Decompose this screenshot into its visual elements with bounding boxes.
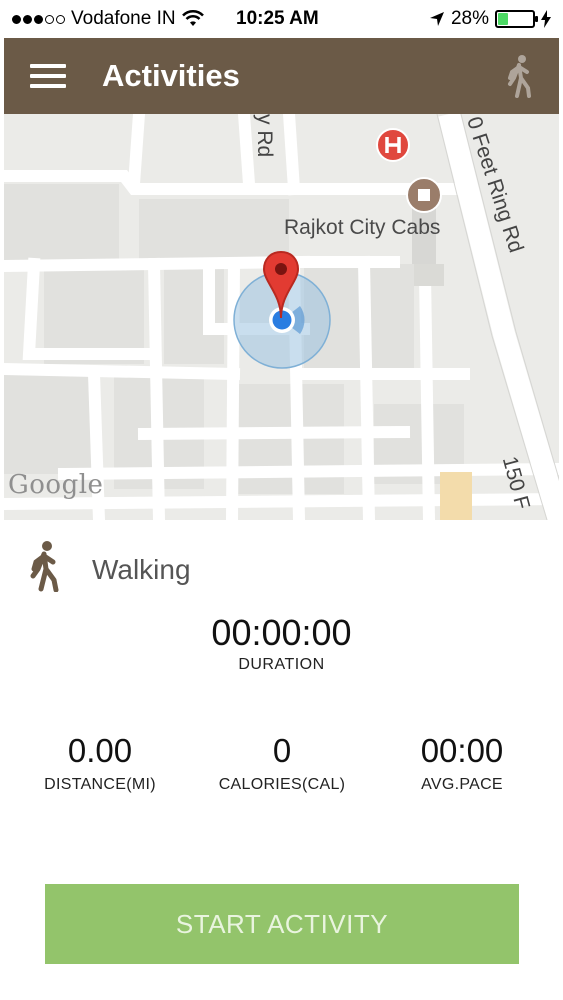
charging-bolt-icon (541, 10, 551, 28)
calories-value: 0 (272, 732, 292, 769)
status-time: 10:25 AM (236, 8, 319, 29)
pace-label: AVG.PACE (421, 776, 503, 793)
activity-type-row[interactable]: Walking (24, 540, 191, 592)
status-right: 28% (429, 8, 551, 30)
duration-label: DURATION (238, 656, 325, 673)
location-arrow-icon (429, 12, 444, 26)
distance-stat: 0.00 DISTANCE(MI) (10, 732, 190, 794)
distance-label: DISTANCE(MI) (44, 776, 156, 793)
poi-marker-icon[interactable] (405, 176, 443, 214)
start-activity-button[interactable]: START ACTIVITY (45, 884, 519, 964)
map-view[interactable]: y Rd 0 Feet Ring Rd 150 F Rajkot City Ca… (4, 114, 559, 520)
map-road-label: y Rd (253, 114, 276, 158)
app-bar: Activities (4, 38, 559, 114)
poi-label[interactable]: Rajkot City Cabs (284, 216, 440, 240)
duration-value: 00:00:00 (211, 612, 352, 653)
activity-type-label: Walking (92, 554, 191, 585)
wifi-icon (181, 10, 204, 26)
walking-icon (30, 541, 59, 592)
status-bar: Vodafone IN 10:25 AM 28% (0, 0, 563, 38)
battery-icon (495, 10, 538, 28)
calories-stat: 0 CALORIES(CAL) (192, 732, 372, 794)
map-pin-icon[interactable] (262, 250, 300, 320)
carrier-name: Vodafone IN (71, 8, 176, 29)
pace-value: 00:00 (420, 732, 504, 769)
hamburger-menu-icon[interactable] (30, 64, 66, 90)
calories-label: CALORIES(CAL) (218, 776, 346, 793)
page-title: Activities (102, 58, 240, 93)
pace-stat: 00:00 AVG.PACE (372, 732, 552, 794)
signal-strength-icon (12, 14, 65, 24)
google-attribution-logo: Google (8, 470, 104, 500)
battery-percent: 28% (450, 8, 489, 29)
status-left: Vodafone IN (12, 8, 204, 30)
distance-value: 0.00 (67, 732, 133, 769)
walking-icon[interactable] (501, 54, 537, 98)
hospital-icon[interactable] (376, 128, 410, 162)
